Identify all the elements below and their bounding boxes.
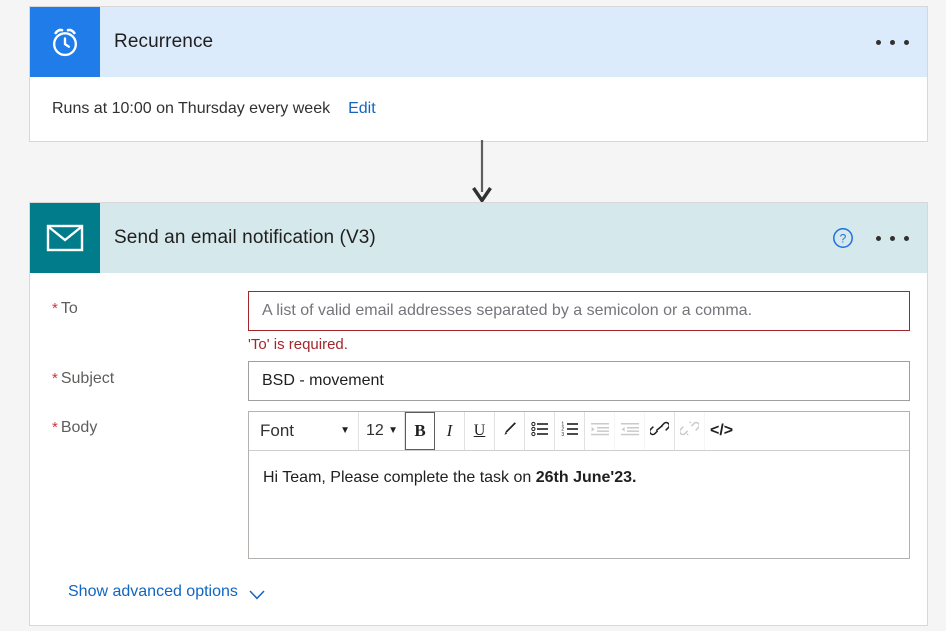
flow-designer-canvas: Recurrence Runs at 10:00 on Thursday eve…	[0, 0, 946, 631]
field-row-subject: * Subject BSD - movement	[52, 361, 910, 401]
ellipsis-dot	[890, 39, 895, 45]
ellipsis-dot	[904, 235, 909, 241]
subject-field-control: BSD - movement	[248, 361, 910, 401]
pen-icon	[501, 420, 518, 442]
subject-input[interactable]: BSD - movement	[248, 361, 910, 401]
unlink-icon	[679, 420, 700, 442]
ellipsis-dot	[890, 235, 895, 241]
font-family-value: Font	[260, 421, 295, 440]
required-asterisk: *	[52, 370, 58, 387]
subject-field-label: * Subject	[52, 361, 248, 388]
ellipsis-dot	[876, 39, 881, 45]
underline-button[interactable]: U	[465, 412, 495, 450]
email-card-title: Send an email notification (V3)	[114, 227, 376, 248]
ellipsis-dot	[876, 235, 881, 241]
font-size-value: 12	[366, 422, 384, 439]
help-icon[interactable]: ?	[832, 227, 854, 249]
increase-indent-button[interactable]	[585, 412, 615, 450]
recurrence-schedule-text: Runs at 10:00 on Thursday every week	[52, 100, 331, 117]
text-highlight-button[interactable]	[495, 412, 525, 450]
to-input-placeholder: A list of valid email addresses separate…	[262, 302, 753, 319]
rich-text-editor[interactable]: Font ▼ 12 ▼ B I U 1 2 3 </> Hi Team, Ple…	[248, 411, 910, 559]
numbered-list-icon: 1 2 3	[561, 421, 579, 442]
subject-label-text: Subject	[60, 370, 115, 387]
to-field-control: A list of valid email addresses separate…	[248, 291, 910, 353]
bold-button[interactable]: B	[405, 412, 435, 450]
recurrence-card-header[interactable]: Recurrence	[30, 7, 927, 77]
chevron-down-icon: ▼	[388, 425, 398, 436]
send-email-notification-card[interactable]: Send an email notification (V3) ? * To A…	[29, 202, 928, 626]
indent-icon	[590, 421, 609, 442]
bulleted-list-icon	[530, 421, 549, 442]
email-card-body: * To A list of valid email addresses sepa…	[30, 273, 927, 625]
code-icon: </>	[710, 422, 734, 439]
to-input[interactable]: A list of valid email addresses separate…	[248, 291, 910, 331]
email-more-menu-button[interactable]	[872, 228, 913, 249]
recurrence-header-actions	[872, 7, 913, 77]
field-row-body: * Body Font ▼ 12 ▼ B I U 1 2 3 </> Hi Te…	[52, 411, 910, 559]
numbered-list-button[interactable]: 1 2 3	[555, 412, 585, 450]
bold-icon: B	[414, 421, 426, 440]
outdent-icon	[620, 421, 639, 442]
italic-button[interactable]: I	[435, 412, 465, 450]
to-field-label: * To	[52, 291, 248, 318]
show-advanced-options-link[interactable]: Show advanced options	[68, 583, 238, 601]
field-row-to: * To A list of valid email addresses sepa…	[52, 291, 910, 353]
body-label-text: Body	[60, 419, 98, 436]
required-asterisk: *	[52, 300, 58, 317]
body-editor-content[interactable]: Hi Team, Please complete the task on 26t…	[249, 451, 909, 558]
insert-link-button[interactable]	[645, 412, 675, 450]
recurrence-card-body: Runs at 10:00 on Thursday every week Edi…	[30, 77, 927, 141]
envelope-icon	[30, 203, 100, 273]
email-header-actions: ?	[832, 203, 913, 273]
to-validation-error: 'To' is required.	[248, 336, 348, 353]
svg-text:3: 3	[561, 431, 564, 436]
ellipsis-dot	[904, 39, 909, 45]
bulleted-list-button[interactable]	[525, 412, 555, 450]
body-text-bold: 26th June'23.	[535, 469, 637, 486]
down-arrow-icon	[470, 140, 494, 206]
recurrence-edit-link[interactable]: Edit	[348, 100, 376, 118]
recurrence-card[interactable]: Recurrence Runs at 10:00 on Thursday eve…	[29, 6, 928, 142]
remove-link-button[interactable]	[675, 412, 705, 450]
italic-icon: I	[446, 421, 453, 440]
alarm-clock-icon	[30, 7, 100, 77]
recurrence-card-title: Recurrence	[114, 31, 214, 52]
chevron-down-icon[interactable]	[249, 587, 265, 600]
underline-icon: U	[473, 422, 486, 439]
subject-input-value: BSD - movement	[262, 372, 384, 389]
svg-text:?: ?	[840, 231, 847, 245]
body-text-plain: Hi Team, Please complete the task on	[263, 469, 536, 486]
recurrence-more-menu-button[interactable]	[872, 32, 913, 53]
body-field-control: Font ▼ 12 ▼ B I U 1 2 3 </> Hi Team, Ple…	[248, 411, 910, 559]
decrease-indent-button[interactable]	[615, 412, 645, 450]
to-label-text: To	[60, 300, 78, 317]
code-view-button[interactable]: </>	[705, 412, 739, 450]
font-size-dropdown[interactable]: 12 ▼	[359, 412, 405, 450]
font-family-dropdown[interactable]: Font ▼	[249, 412, 359, 450]
show-advanced-options-row[interactable]: Show advanced options	[52, 567, 909, 611]
required-asterisk: *	[52, 419, 58, 436]
email-card-header[interactable]: Send an email notification (V3) ?	[30, 203, 927, 273]
body-field-label: * Body	[52, 411, 248, 437]
chevron-down-icon: ▼	[340, 425, 350, 436]
rich-text-toolbar: Font ▼ 12 ▼ B I U 1 2 3 </>	[249, 412, 909, 451]
link-icon	[649, 420, 670, 442]
